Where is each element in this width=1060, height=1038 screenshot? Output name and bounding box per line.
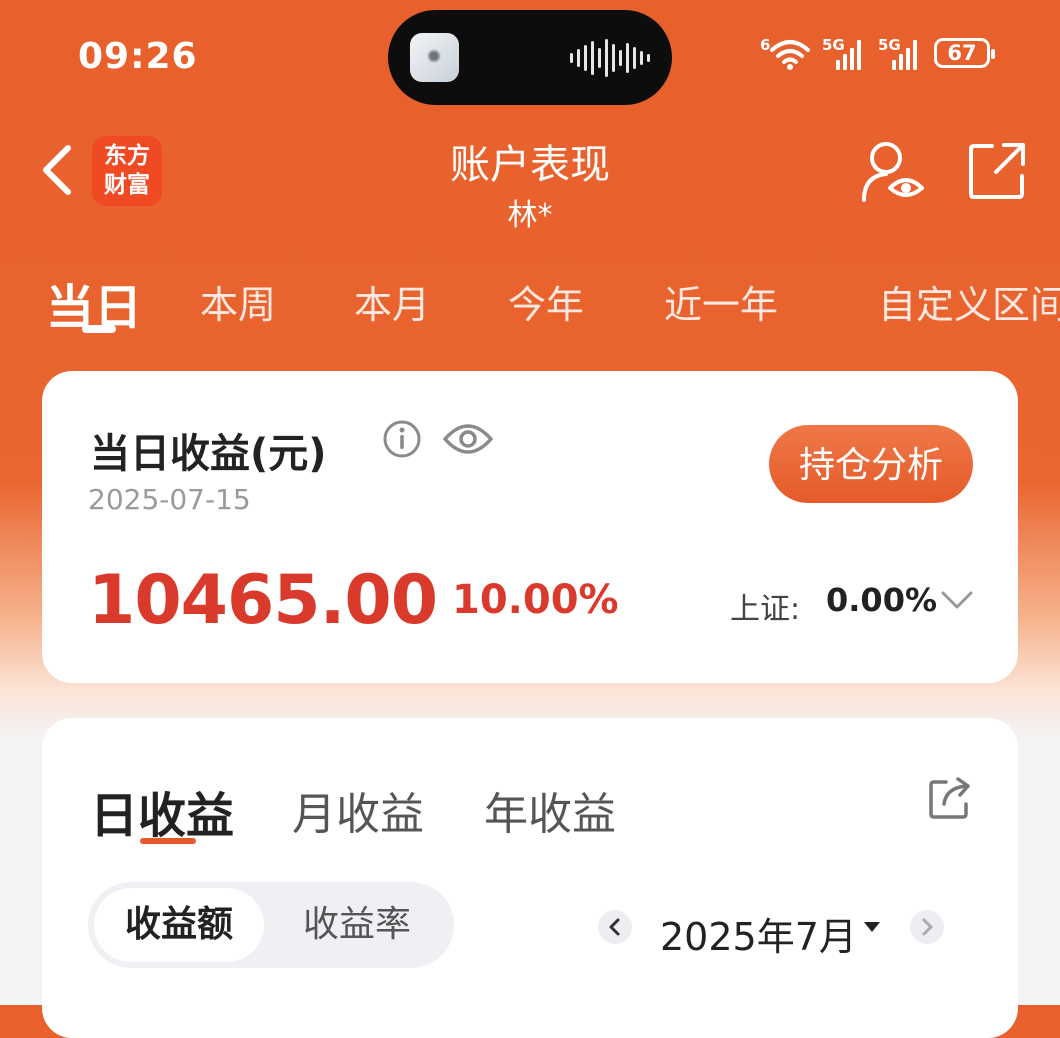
- earnings-tab-indicator: [140, 838, 196, 844]
- signal-5g-icon: 5G: [878, 36, 924, 70]
- export-icon[interactable]: [966, 140, 1028, 202]
- caret-down-icon[interactable]: [864, 922, 880, 932]
- period-tabs: 当日 本周 本月 今年 近一年 自定义区间: [0, 264, 1060, 344]
- tab-this-week[interactable]: 本周: [200, 274, 276, 329]
- chevron-down-icon[interactable]: [940, 589, 974, 611]
- share-icon[interactable]: [926, 774, 974, 822]
- island-thumbnail-icon: [410, 33, 459, 82]
- tab-monthly-earnings[interactable]: 月收益: [292, 778, 424, 842]
- earnings-metric-switch: 收益额 收益率: [88, 882, 454, 968]
- holding-analysis-button[interactable]: 持仓分析: [769, 425, 973, 503]
- status-indicators: 6 5G 5G 67: [760, 36, 995, 70]
- signal-5g-icon: 5G: [822, 36, 868, 70]
- index-value: 0.00%: [826, 581, 938, 619]
- segment-earnings-amount[interactable]: 收益额: [94, 888, 264, 962]
- profit-amount: 10465.00: [88, 561, 438, 640]
- wifi-icon: 6: [760, 36, 812, 70]
- tab-daily-earnings[interactable]: 日收益: [90, 776, 234, 846]
- battery-icon: 67: [934, 38, 995, 68]
- summary-title: 当日收益(元): [90, 431, 327, 477]
- summary-date: 2025-07-15: [88, 483, 251, 516]
- tab-last-year[interactable]: 近一年: [664, 274, 778, 329]
- arrow-left-icon[interactable]: [598, 910, 632, 944]
- tab-active-indicator: [82, 325, 116, 333]
- audio-wave-icon: [570, 38, 650, 78]
- tab-custom-range[interactable]: 自定义区间: [878, 274, 1060, 329]
- arrow-right-icon[interactable]: [910, 910, 944, 944]
- month-selector[interactable]: 2025年7月: [660, 906, 857, 961]
- eye-icon[interactable]: [442, 421, 494, 457]
- status-time: 09:26: [78, 36, 198, 77]
- earnings-card: 日收益 月收益 年收益 收益额 收益率 2025年7月: [42, 718, 1018, 1038]
- dynamic-island: [388, 10, 672, 105]
- index-label: 上证:: [730, 592, 801, 627]
- tab-yearly-earnings[interactable]: 年收益: [484, 778, 616, 842]
- summary-card: 当日收益(元) 2025-07-15 持仓分析 10465.00 10.00% …: [42, 371, 1018, 683]
- info-icon[interactable]: [382, 419, 422, 459]
- tab-this-year[interactable]: 今年: [508, 274, 584, 329]
- profit-rate: 10.00%: [452, 577, 619, 623]
- tab-this-month[interactable]: 本月: [354, 274, 430, 329]
- user-eye-icon[interactable]: [860, 140, 926, 204]
- segment-earnings-rate[interactable]: 收益率: [282, 888, 432, 962]
